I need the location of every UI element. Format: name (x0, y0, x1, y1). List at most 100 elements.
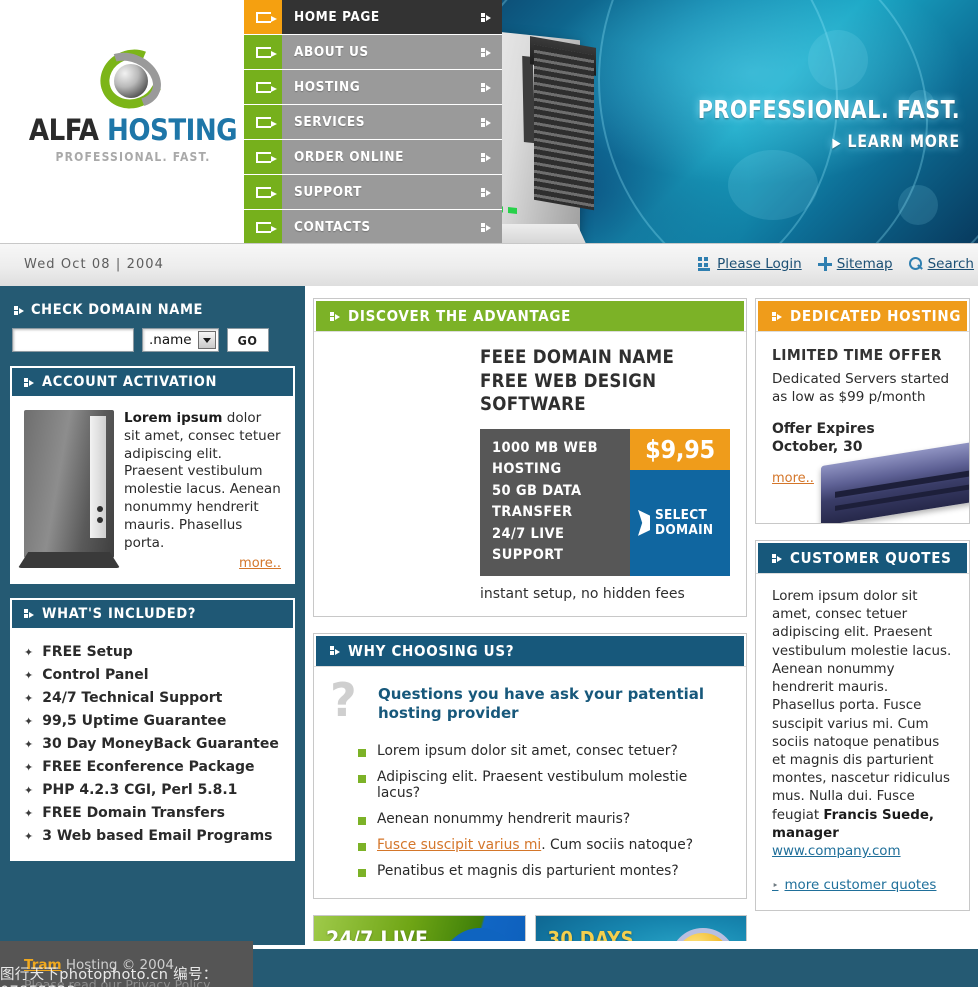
more-customer-quotes-link[interactable]: ‣ more customer quotes (772, 877, 953, 895)
chevron-right-icon (330, 646, 340, 655)
site-logo[interactable]: ALFA HOSTING PROFESSIONAL. FAST. (28, 40, 238, 164)
nav-item-about-us[interactable]: ABOUT US (244, 35, 502, 70)
discover-advantage-card: DISCOVER THE ADVANTAGE FEEE DOMAIN NAME … (313, 298, 747, 617)
arrow-right-icon: ‣ (772, 878, 779, 892)
utility-bar: Wed Oct 08 | 2004 Please Login Sitemap S… (0, 243, 978, 286)
discover-advantage-header: DISCOVER THE ADVANTAGE (314, 299, 746, 331)
list-item-label: PHP 4.2.3 CGI, Perl 5.8.1 (42, 782, 238, 799)
diamond-bullet-icon: ✦ (24, 784, 34, 798)
why-choosing-us-title: WHY CHOOSING US? (348, 641, 515, 660)
nav-item-home-page[interactable]: HOME PAGE (244, 0, 502, 35)
list-item-label: Aenean nonummy hendrerit mauris? (377, 810, 631, 827)
nav-arrow-box-icon (244, 140, 282, 175)
why-choosing-us-body: ? Questions you have ask your patential … (314, 665, 746, 898)
list-item: Aenean nonummy hendrerit mauris? (358, 806, 730, 832)
decorative-blob (898, 185, 938, 225)
nav-label: ORDER ONLINE (294, 149, 405, 165)
flag-arrow-icon (638, 509, 650, 536)
nav-arrow-box-icon (244, 35, 282, 70)
nav-item-hosting[interactable]: HOSTING (244, 70, 502, 105)
quote-company-url[interactable]: www.company.com (772, 843, 953, 861)
diamond-bullet-icon: ✦ (24, 761, 34, 775)
account-activation-title: ACCOUNT ACTIVATION (42, 374, 218, 390)
learn-more-link[interactable]: ▶ LEARN MORE (698, 132, 960, 152)
chevron-right-icon (330, 311, 340, 321)
discover-advantage-title: DISCOVER THE ADVANTAGE (348, 307, 572, 325)
main-navigation[interactable]: HOME PAGE ABOUT US HOSTING SERVICES ORDE… (244, 0, 502, 243)
search-icon (908, 257, 923, 271)
nav-item-order-online[interactable]: ORDER ONLINE (244, 140, 502, 175)
nav-item-services[interactable]: SERVICES (244, 105, 502, 140)
dedicated-hosting-card: DEDICATED HOSTING LIMITED TIME OFFER Ded… (755, 298, 970, 524)
diamond-bullet-icon: ✦ (24, 669, 34, 683)
nav-item-contacts[interactable]: CONTACTS (244, 210, 502, 243)
dedicated-offer-text: Dedicated Servers started as low as $99 … (772, 371, 950, 406)
search-label: Search (927, 256, 974, 272)
diamond-bullet-icon: ✦ (24, 830, 34, 844)
whats-included-list: ✦ FREE Setup ✦ Control Panel ✦ 24/7 Technic… (24, 642, 281, 849)
right-column: DEDICATED HOSTING LIMITED TIME OFFER Ded… (755, 286, 978, 941)
account-activation-panel: ACCOUNT ACTIVATION Lorem ipsum dolor sit… (10, 366, 295, 584)
main-content: CHECK DOMAIN NAME .name GO ACCOUNT ACTIV… (0, 286, 978, 987)
advantage-headline-line2: FREE WEB DESIGN SOFTWARE (480, 370, 657, 416)
check-domain-form[interactable]: .name GO (12, 328, 293, 352)
chevron-right-icon (481, 12, 491, 22)
nav-label: SERVICES (294, 114, 366, 130)
dedicated-more-link[interactable]: more.. (772, 471, 814, 486)
domain-go-button[interactable]: GO (226, 328, 269, 352)
select-domain-button[interactable]: SELECT DOMAIN (630, 470, 730, 576)
list-item-label: 99,5 Uptime Guarantee (42, 713, 227, 730)
chevron-down-icon[interactable] (197, 331, 216, 349)
list-item: ✦ 30 Day MoneyBack Guarantee (24, 734, 281, 757)
nav-arrow-box-icon (244, 210, 282, 243)
list-item-label: Lorem ipsum dolor sit amet, consec tetue… (377, 742, 678, 759)
more-customer-quotes-label: more customer quotes (784, 878, 937, 894)
list-item: Penatibus et magnis dis parturient monte… (358, 858, 730, 884)
square-bullet-icon (358, 816, 366, 825)
list-item-label: 30 Day MoneyBack Guarantee (42, 736, 279, 753)
customer-quotes-title: CUSTOMER QUOTES (790, 549, 952, 567)
advantage-headline-line1: FEEE DOMAIN NAME (480, 347, 675, 368)
fusce-suscipit-link[interactable]: Fusce suscipit varius mi (377, 837, 541, 853)
nav-item-support[interactable]: SUPPORT (244, 175, 502, 210)
chevron-right-icon (24, 609, 34, 618)
account-activation-more-link[interactable]: more.. (124, 555, 281, 572)
tld-select[interactable]: .name (142, 328, 219, 352)
chevron-right-icon (772, 311, 782, 321)
list-item: ✦ 99,5 Uptime Guarantee (24, 711, 281, 734)
search-link[interactable]: Search (908, 256, 974, 272)
page-root: PROFESSIONAL. FAST. ▶ LEARN MORE ALFA HO… (0, 0, 978, 987)
customer-quotes-card: CUSTOMER QUOTES Lorem ipsum dolor sit am… (755, 540, 970, 911)
logo-wordmark: ALFA HOSTING (28, 116, 238, 145)
diamond-bullet-icon: ✦ (24, 646, 34, 660)
center-column: DISCOVER THE ADVANTAGE FEEE DOMAIN NAME … (305, 286, 755, 987)
question-mark-icon: ? (330, 672, 357, 727)
chevron-right-icon (481, 117, 491, 127)
image-watermark: 图行天下photophoto.cn 编号：07852323 (0, 967, 218, 987)
select-domain-line2: DOMAIN (655, 521, 714, 538)
left-sidebar: CHECK DOMAIN NAME .name GO ACCOUNT ACTIV… (0, 286, 305, 941)
chevron-right-icon (481, 222, 491, 232)
list-item[interactable]: Fusce suscipit varius mi. Cum sociis nat… (358, 832, 730, 858)
domain-name-input[interactable] (12, 328, 134, 352)
footer-copyright-block: Tram Hosting © 2004 Please read our Priv… (0, 941, 254, 987)
list-item-label: Adipiscing elit. Praesent vestibulum mol… (377, 768, 688, 801)
advantage-spacer (330, 346, 480, 602)
whats-included-panel: WHAT'S INCLUDED? ✦ FREE Setup ✦ Control Pa… (10, 597, 295, 861)
list-item: ✦ FREE Domain Transfers (24, 803, 281, 826)
account-activation-body: Lorem ipsum dolor sit amet, consec tetue… (12, 398, 293, 582)
chevron-right-icon (772, 553, 782, 563)
diamond-bullet-icon: ✦ (24, 692, 34, 706)
nav-label: CONTACTS (294, 219, 371, 235)
list-item-label: FREE Econference Package (42, 759, 255, 776)
please-login-link[interactable]: Please Login (698, 256, 802, 272)
list-item-label: 3 Web based Email Programs (42, 828, 273, 845)
utility-links[interactable]: Please Login Sitemap Search (698, 256, 974, 272)
sitemap-link[interactable]: Sitemap (817, 256, 893, 272)
nav-label: ABOUT US (294, 44, 369, 60)
diamond-bullet-icon: ✦ (24, 807, 34, 821)
list-item: Lorem ipsum dolor sit amet, consec tetue… (358, 738, 730, 764)
nav-arrow-box-icon (244, 105, 282, 140)
check-domain-block: CHECK DOMAIN NAME .name GO (0, 286, 305, 366)
square-bullet-icon (358, 774, 366, 783)
